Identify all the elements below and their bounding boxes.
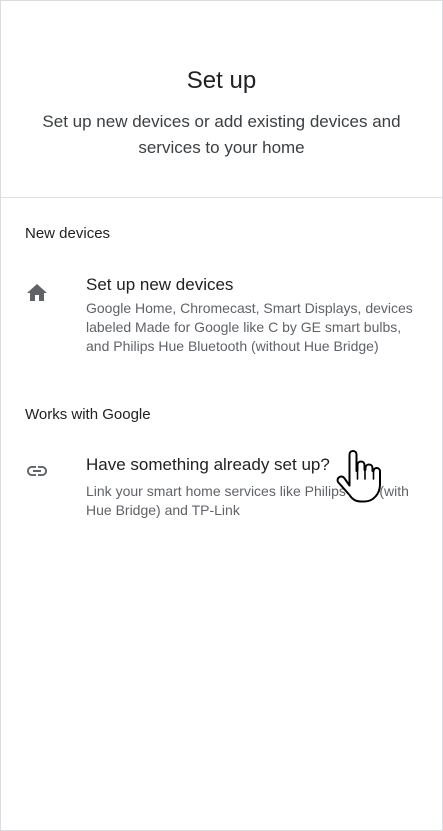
set-up-new-devices-item[interactable]: Set up new devices Google Home, Chromeca… (1, 271, 442, 381)
setup-header: Set up Set up new devices or add existin… (1, 1, 442, 198)
page-title: Set up (186, 67, 257, 94)
hand-pointer-cursor-icon (333, 447, 385, 507)
home-icon (25, 281, 49, 305)
section-header-works-with-google: Works with Google (25, 406, 151, 423)
section-header-new-devices: New devices (25, 225, 111, 242)
item-title: Have something already set up? (86, 455, 330, 474)
setup-screen: Set up Set up new devices or add existin… (0, 0, 443, 831)
item-description: Google Home, Chromecast, Smart Displays,… (86, 300, 413, 354)
link-icon (25, 459, 49, 483)
item-title: Set up new devices (86, 275, 234, 294)
page-subtitle: Set up new devices or add existing devic… (42, 112, 401, 157)
